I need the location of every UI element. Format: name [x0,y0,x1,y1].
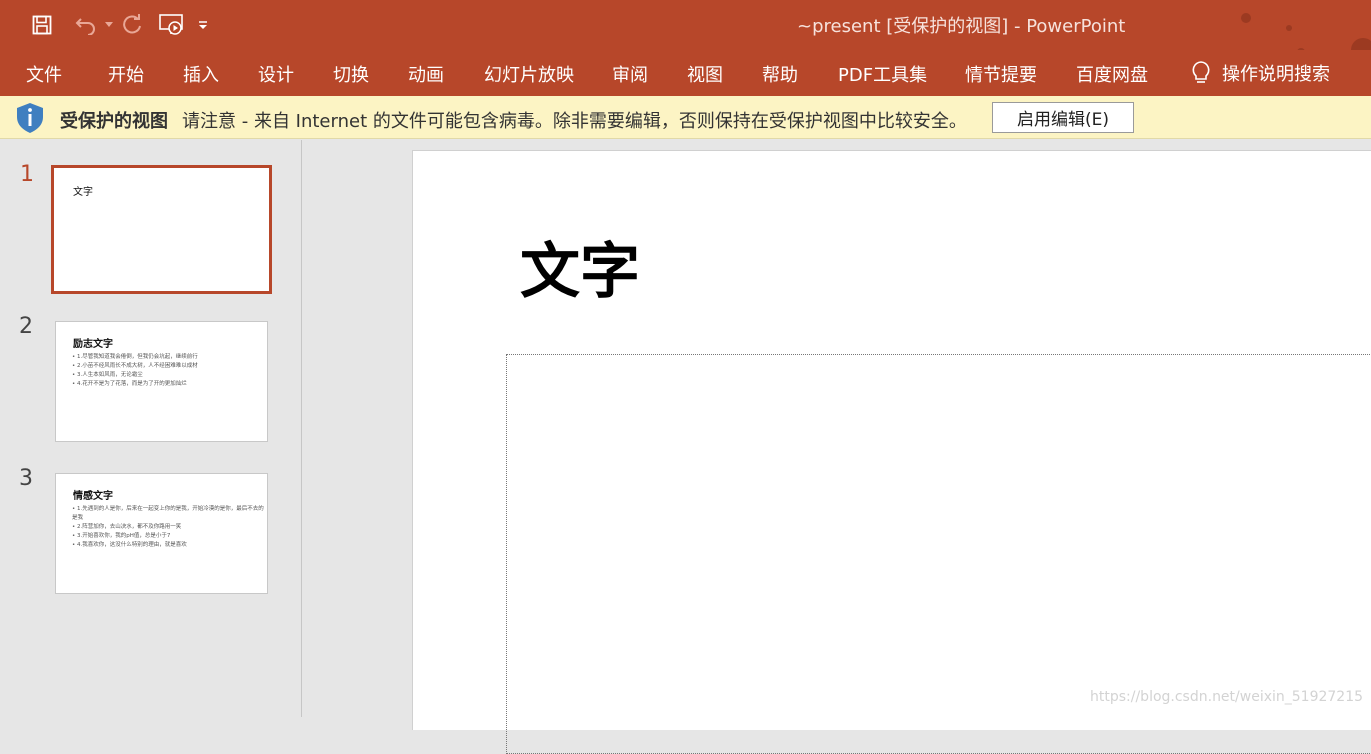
tab-home[interactable]: 开始 [108,61,144,87]
thumbnail-bullets: • 1.先遇到的人是你，后来在一起变上你的是我，开始冷漠的是你，最后不去的是我 … [72,505,267,550]
redo-icon [123,14,141,34]
undo-icon [75,18,95,35]
thumbnail-number: 1 [20,162,34,187]
lightbulb-icon [1192,61,1210,83]
list-item: • 2.阵营加你，去山决水，都不及你路用一笑 [72,524,182,530]
slide-title[interactable]: 文字 [520,223,640,310]
watermark: https://blog.csdn.net/weixin_51927215 [1090,689,1364,705]
chevron-down-icon [105,22,113,27]
slide-thumbnail-2[interactable]: 励志文字 • 1.尽管我知道我会倦倒，但我仍会坑起，继续前行 • 2.小苗不经风… [55,321,268,442]
tab-view[interactable]: 视图 [687,61,723,87]
save-icon [32,15,52,35]
customize-qat-icon [199,21,207,29]
enable-editing-button[interactable]: 启用编辑(E) [992,102,1134,133]
title-bar: ~present [受保护的视图] - PowerPoint [0,0,1371,50]
protected-view-bar: 受保护的视图 请注意 - 来自 Internet 的文件可能包含病毒。除非需要编… [0,96,1371,139]
quick-access-toolbar [26,12,210,38]
list-item: • 3.开始喜欢你，我的pH值，总是小于7 [72,533,171,539]
save-button[interactable] [26,12,58,38]
tab-pdf-tools[interactable]: PDF工具集 [838,61,927,87]
tab-file[interactable]: 文件 [26,61,62,87]
undo-dropdown[interactable] [102,12,116,38]
tab-transitions[interactable]: 切换 [333,61,369,87]
tab-help[interactable]: 帮助 [762,61,798,87]
redo-button[interactable] [116,12,148,38]
thumbnail-number: 3 [19,466,33,491]
tab-baidu-netdisk[interactable]: 百度网盘 [1076,61,1148,87]
protected-view-title: 受保护的视图 [60,111,168,132]
ribbon-tabs: 文件 开始 插入 设计 切换 动画 幻灯片放映 审阅 视图 帮助 PDF工具集 … [0,50,1371,96]
slideshow-from-start-icon [159,14,183,35]
list-item: • 1.尽管我知道我会倦倒，但我仍会坑起，继续前行 [72,354,198,360]
customize-qat-button[interactable] [196,12,210,38]
thumbnail-number: 2 [19,314,33,339]
thumbnail-bullets: • 1.尽管我知道我会倦倒，但我仍会坑起，继续前行 • 2.小苗不经风雨长不成大… [72,353,267,389]
shield-icon [17,103,43,133]
slide-thumbnail-pane[interactable]: 1 文字 2 励志文字 • 1.尽管我知道我会倦倒，但我仍会坑起，继续前行 • … [0,140,302,717]
thumbnail-title: 情感文字 [73,491,113,502]
tab-slideshow[interactable]: 幻灯片放映 [484,61,574,87]
slideshow-from-start-button[interactable] [156,12,188,38]
slide-thumbnail-1[interactable]: 文字 [51,165,272,294]
slide-editing-area[interactable]: 文字 [303,140,1371,754]
list-item: • 4.花开不是为了花落，而是为了开的更加灿烂 [72,381,187,387]
tab-insert[interactable]: 插入 [183,61,219,87]
window-title: ~present [受保护的视图] - PowerPoint [797,16,1126,37]
tab-animations[interactable]: 动画 [408,61,444,87]
tab-storyboard[interactable]: 情节提要 [965,61,1037,87]
tab-design[interactable]: 设计 [258,61,294,87]
list-item: • 4.我喜欢你，这没什么特别的理由，就是喜欢 [72,542,187,548]
thumbnail-title: 文字 [73,187,93,198]
tell-me-search[interactable]: 操作说明搜索 [1190,60,1330,86]
tab-review[interactable]: 审阅 [612,61,648,87]
thumbnail-title: 励志文字 [73,339,113,350]
title-decoration-icon [1241,13,1371,50]
protected-view-message: 请注意 - 来自 Internet 的文件可能包含病毒。除非需要编辑，否则保持在… [182,111,967,132]
current-slide[interactable]: 文字 [412,150,1371,754]
list-item: • 3.人生本如风雨，无论霜尘 [72,372,143,378]
undo-button[interactable] [70,12,102,38]
list-item: • 1.先遇到的人是你，后来在一起变上你的是我，开始冷漠的是你，最后不去的是我 [72,506,264,521]
tell-me-label: 操作说明搜索 [1222,64,1330,85]
slide-thumbnail-3[interactable]: 情感文字 • 1.先遇到的人是你，后来在一起变上你的是我，开始冷漠的是你，最后不… [55,473,268,594]
list-item: • 2.小苗不经风雨长不成大树，人不经困难难以成材 [72,363,198,369]
